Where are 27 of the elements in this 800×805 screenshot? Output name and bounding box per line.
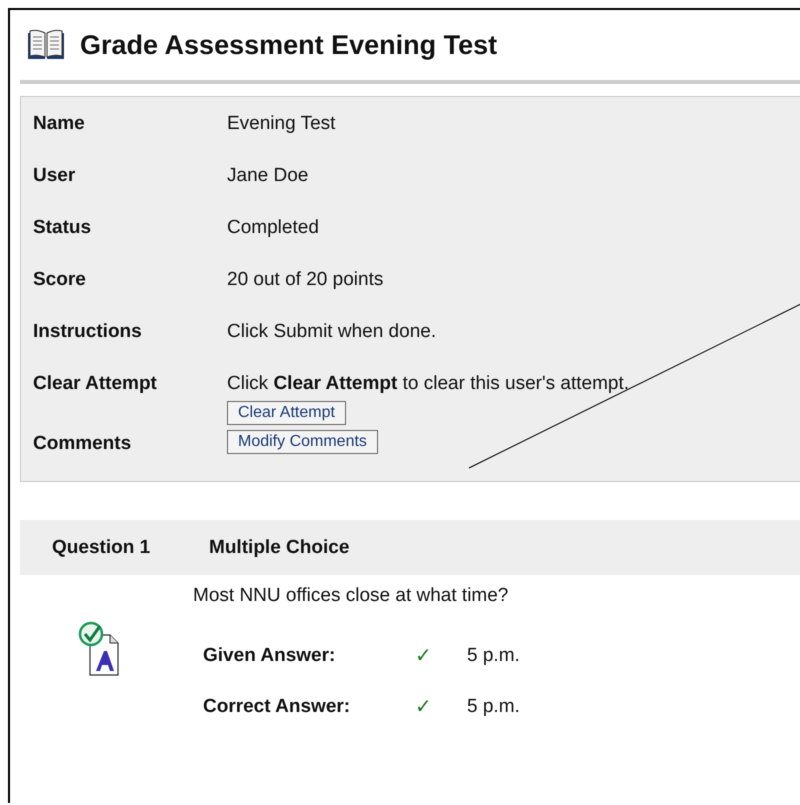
check-mark: ✓ [415,695,433,719]
field-value: Click Clear Attempt to clear this user's attempt. [227,373,630,395]
action-button[interactable]: Modify Comments [227,430,378,454]
field-label: Comments [33,432,132,455]
answer-value: 5 p.m. [467,644,520,666]
question-text: Most NNU offices close at what time? [193,585,510,607]
field-value: Completed [227,217,319,239]
field-label: User [33,164,76,187]
answer-label: Correct Answer: [203,696,352,718]
field-label: Instructions [33,320,143,343]
question-type: Multiple Choice [209,536,350,558]
action-button[interactable]: Clear Attempt [227,401,346,425]
answer-value: 5 p.m. [467,696,520,718]
answer-label: Given Answer: [203,644,336,666]
field-value: Click Submit when done. [227,321,436,343]
field-label: Score [33,268,87,291]
field-value: Jane Doe [227,165,308,187]
graded-document-icon [78,621,120,676]
field-value: 20 out of 20 points [227,269,384,291]
field-label: Clear Attempt [33,372,158,395]
page-title: Grade Assessment Evening Test [80,30,498,60]
field-label: Name [33,112,86,135]
book-icon [26,29,66,61]
field-value: Evening Test [227,113,336,135]
check-mark: ✓ [415,644,433,668]
field-label: Status [33,216,92,239]
question-number: Question 1 [52,536,152,558]
